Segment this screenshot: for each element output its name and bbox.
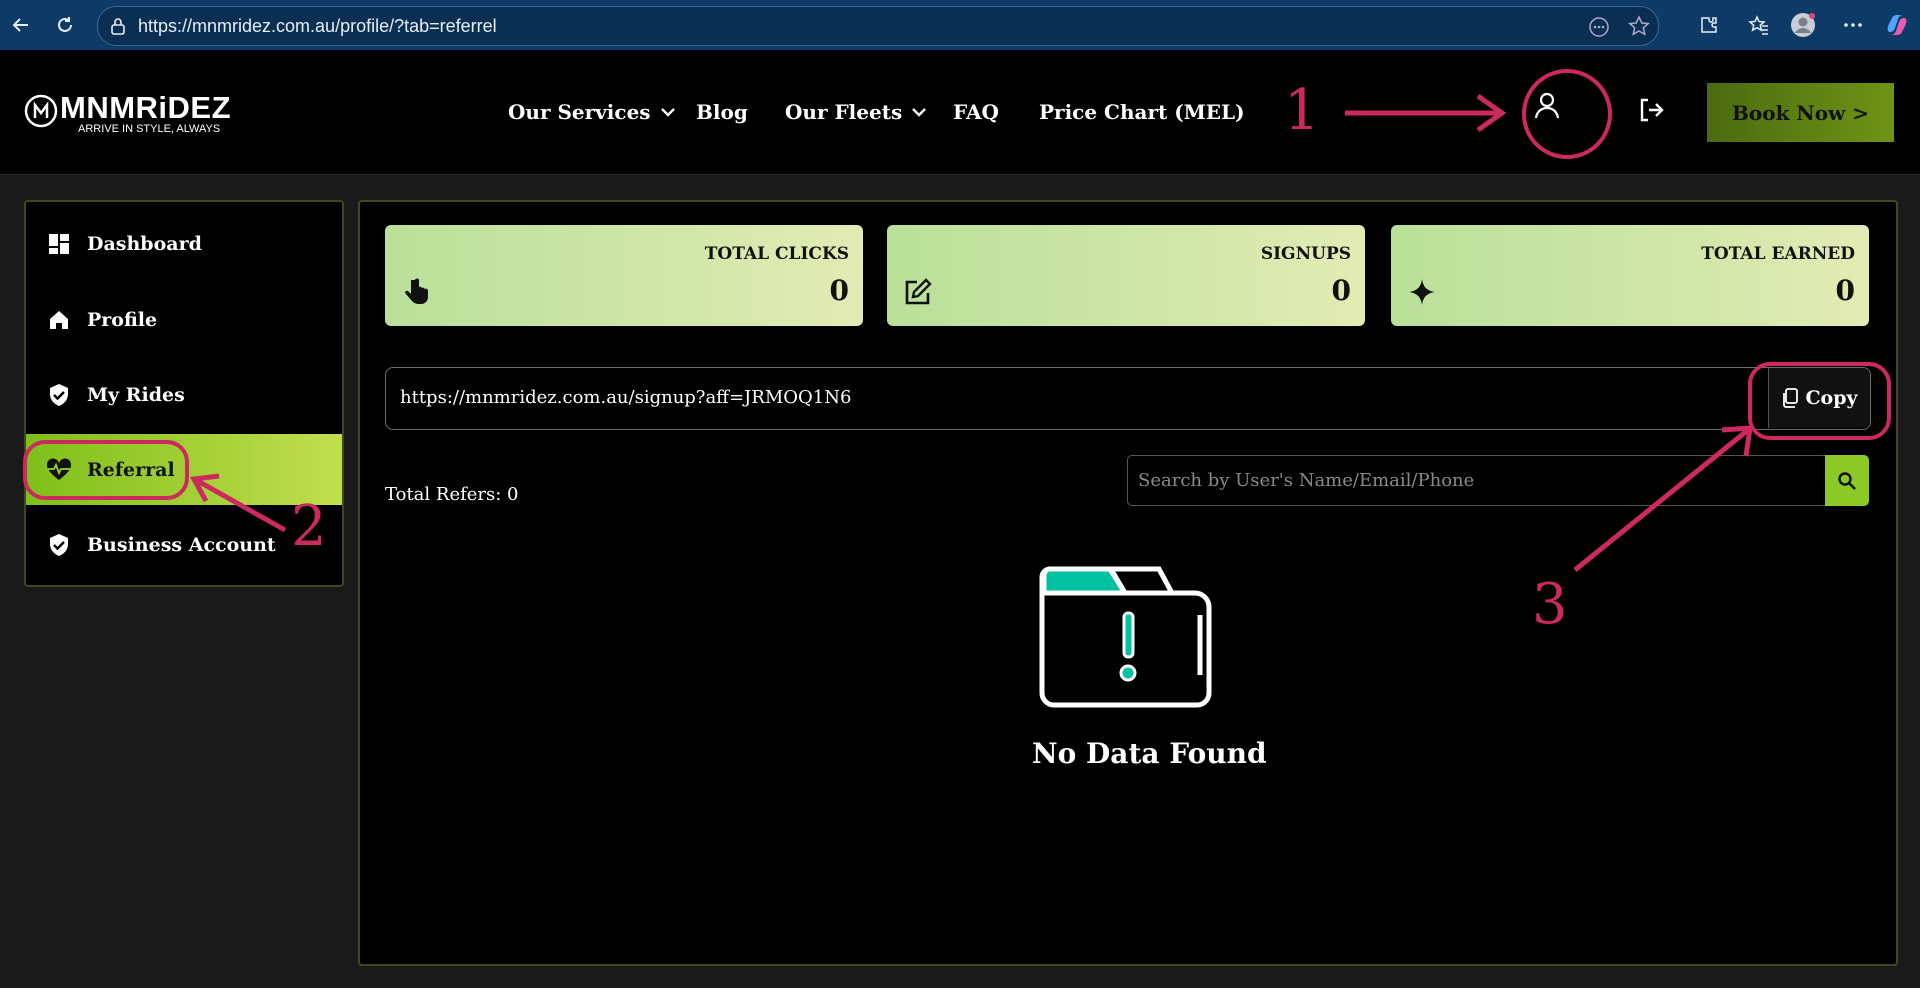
address-bar[interactable]: https://mnmridez.com.au/profile/?tab=ref… (97, 6, 1659, 46)
stat-value: 0 (829, 274, 849, 307)
logo-tagline: ARRIVE IN STYLE, ALWAYS (78, 123, 221, 135)
sidebar-item-my-rides[interactable]: My Rides (26, 359, 342, 430)
sidebar-item-dashboard[interactable]: Dashboard (26, 208, 342, 279)
nav-price-chart-label: Price Chart (MEL) (1039, 100, 1245, 124)
stat-card-signups: SIGNUPS 0 (887, 225, 1365, 326)
nav-our-services[interactable]: Our Services (508, 100, 677, 124)
sidebar-item-label: Profile (87, 308, 158, 331)
nav-blog-label: Blog (696, 100, 748, 124)
annotation-number-1: 1 (1284, 78, 1320, 143)
sidebar-item-label: My Rides (87, 383, 185, 406)
sidebar-item-label: Dashboard (87, 232, 202, 255)
nav-blog[interactable]: Blog (696, 100, 748, 124)
copilot-icon[interactable] (1884, 12, 1910, 38)
logout-icon[interactable] (1636, 95, 1666, 125)
book-now-button[interactable]: Book Now > (1707, 83, 1894, 142)
stat-value: 0 (1835, 274, 1855, 307)
stat-card-total-clicks: TOTAL CLICKS 0 (385, 225, 863, 326)
more-options-circle-icon[interactable] (1588, 16, 1610, 42)
annotation-circle-2 (23, 440, 189, 500)
logo-wordmark: MNMRiDEZ (60, 90, 232, 125)
annotation-circle-3 (1748, 362, 1891, 440)
back-arrow-icon[interactable] (8, 12, 34, 38)
refresh-icon[interactable] (52, 12, 78, 38)
settings-more-icon[interactable] (1840, 12, 1866, 38)
stat-label: TOTAL EARNED (1701, 244, 1855, 264)
search-input[interactable]: Search by User's Name/Email/Phone (1127, 455, 1826, 506)
referral-link-text: https://mnmridez.com.au/signup?aff=JRMOQ… (400, 387, 852, 408)
search-placeholder: Search by User's Name/Email/Phone (1138, 470, 1475, 491)
stat-card-total-earned: TOTAL EARNED 0 (1391, 225, 1869, 326)
referral-link-field[interactable]: https://mnmridez.com.au/signup?aff=JRMOQ… (385, 367, 1871, 430)
sparkle-icon (1407, 277, 1437, 307)
profile-avatar-icon[interactable] (1790, 12, 1816, 38)
pointer-hand-icon (401, 277, 431, 307)
shield-check-icon (46, 532, 72, 558)
total-refers-label: Total Refers: 0 (385, 484, 519, 505)
sidebar-item-profile[interactable]: Profile (26, 284, 342, 355)
edit-icon (903, 277, 933, 307)
chevron-down-icon (912, 108, 927, 117)
empty-folder-alert-icon (1039, 566, 1212, 708)
annotation-number-2: 2 (291, 494, 327, 559)
nav-faq-label: FAQ (953, 100, 999, 124)
extensions-icon[interactable] (1696, 12, 1722, 38)
shield-check-icon (46, 382, 72, 408)
empty-state-message: No Data Found (1032, 737, 1267, 770)
stat-label: SIGNUPS (1260, 244, 1351, 264)
star-favorite-icon[interactable] (1627, 15, 1651, 41)
search-button[interactable] (1825, 455, 1869, 506)
logo-emblem-icon (24, 94, 58, 128)
annotation-number-3: 3 (1532, 572, 1568, 637)
sidebar-item-label: Business Account (87, 533, 276, 556)
search-icon (1838, 471, 1856, 490)
favorites-icon[interactable] (1746, 12, 1772, 38)
nav-our-fleets[interactable]: Our Fleets (785, 100, 928, 124)
dashboard-icon (46, 231, 72, 257)
nav-faq[interactable]: FAQ (953, 100, 999, 124)
nav-our-services-label: Our Services (508, 100, 651, 124)
browser-toolbar: https://mnmridez.com.au/profile/?tab=ref… (0, 0, 1920, 50)
lock-icon (110, 17, 126, 39)
nav-our-fleets-label: Our Fleets (785, 100, 903, 124)
stat-value: 0 (1331, 274, 1351, 307)
stat-label: TOTAL CLICKS (704, 244, 849, 264)
nav-price-chart[interactable]: Price Chart (MEL) (1039, 100, 1245, 124)
chevron-down-icon (660, 108, 675, 117)
annotation-circle-1 (1522, 69, 1612, 159)
home-icon (46, 307, 72, 333)
url-text: https://mnmridez.com.au/profile/?tab=ref… (138, 16, 497, 36)
site-header: MNMRiDEZ ARRIVE IN STYLE, ALWAYS Our Ser… (0, 50, 1920, 175)
